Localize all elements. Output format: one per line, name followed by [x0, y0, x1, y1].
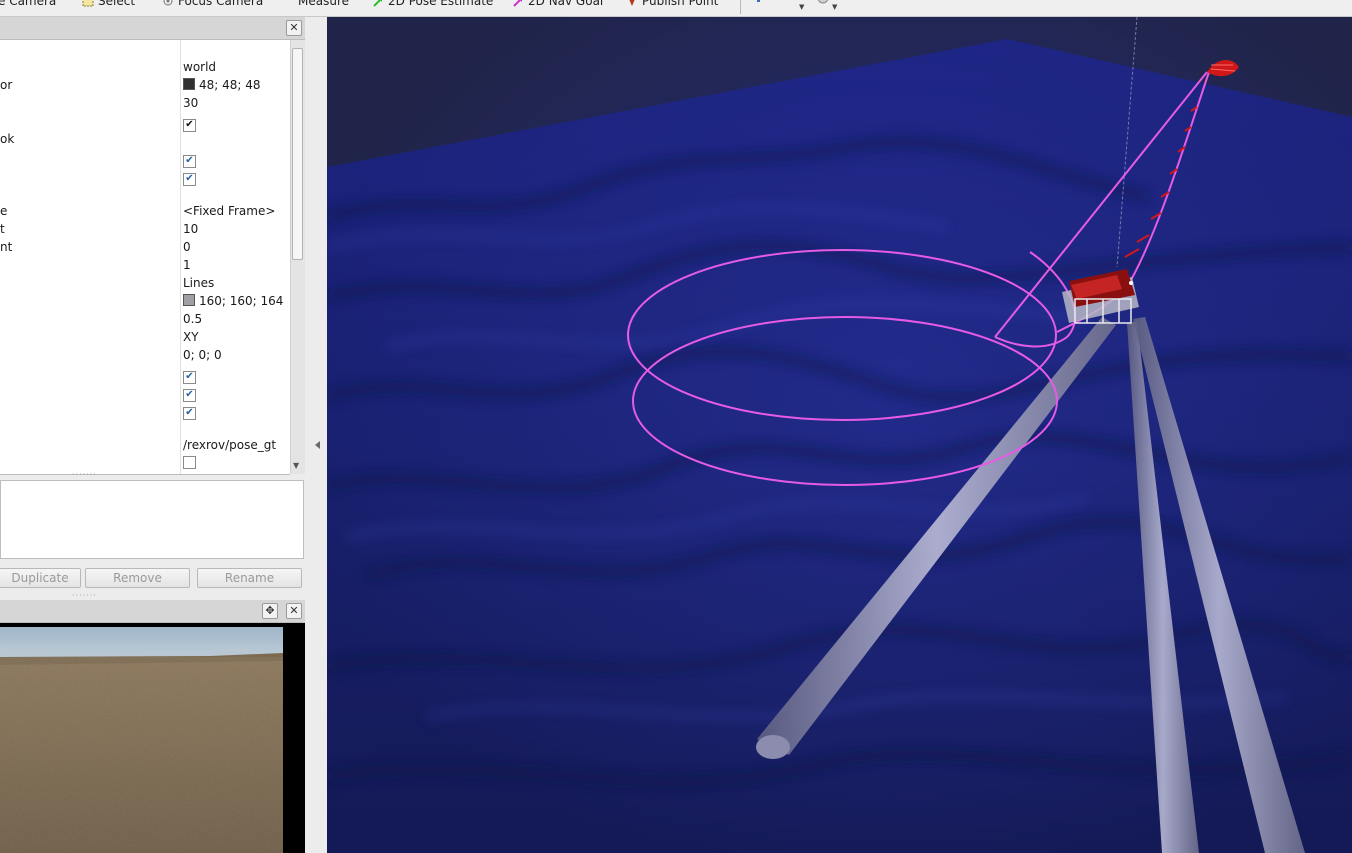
nav-goal-icon	[513, 0, 522, 7]
property-name: nt	[0, 240, 13, 254]
property-value[interactable]: 48; 48; 48	[183, 76, 261, 94]
property-value[interactable]: 0; 0; 0	[183, 346, 222, 364]
tool-label: e Camera	[0, 0, 57, 8]
collapse-arrow-icon[interactable]	[315, 441, 320, 449]
minus-tool-icon[interactable]	[816, 0, 830, 6]
property-checkbox[interactable]: ✔	[183, 173, 196, 186]
property-checkbox[interactable]	[183, 456, 196, 469]
property-value-text: 48; 48; 48	[199, 78, 261, 92]
tool-label: Focus Camera	[178, 0, 264, 8]
property-value[interactable]: /rexrov/pose_gt	[183, 436, 276, 454]
property-checkbox[interactable]: ✔	[183, 407, 196, 420]
property-value[interactable]: ✔	[183, 166, 196, 186]
tool-label: Measure	[298, 0, 349, 8]
property-value[interactable]: world	[183, 58, 216, 76]
property-value[interactable]: XY	[183, 328, 199, 346]
tool-2d-pose-estimate[interactable]: 2D Pose Estimate	[372, 0, 493, 8]
tool-options-arrow-icon[interactable]: ▼	[832, 3, 837, 11]
toolbar-separator	[740, 0, 741, 14]
property-name: t	[0, 222, 5, 236]
property-name: e	[0, 204, 8, 218]
property-description-box	[0, 480, 304, 559]
property-name: or	[0, 78, 13, 92]
displays-property-tree: world or 48; 48; 48 30 ✔ ok ✔ ✔ e <Fixed Frame> t 1…	[0, 40, 290, 475]
tool-label: Publish Point	[642, 0, 719, 8]
property-value[interactable]: ✔	[183, 364, 196, 384]
dock-splitter[interactable]	[306, 17, 327, 853]
property-value[interactable]: 1	[183, 256, 191, 274]
property-value[interactable]: ✔	[183, 382, 196, 402]
render-viewport[interactable]	[327, 17, 1352, 853]
property-value[interactable]: 0.5	[183, 310, 202, 328]
float-panel-icon[interactable]: ✥	[262, 603, 278, 619]
column-divider	[180, 40, 181, 474]
property-value[interactable]: ✔	[183, 148, 196, 168]
tool-measure[interactable]: Measure	[298, 0, 349, 8]
property-value[interactable]: 30	[183, 94, 198, 112]
property-value[interactable]	[183, 454, 196, 472]
tool-label: Select	[98, 0, 136, 8]
tool-2d-nav-goal[interactable]: 2D Nav Goal	[512, 0, 603, 8]
camera-panel-header: ✥ ✕	[0, 600, 305, 623]
close-icon[interactable]: ✕	[286, 603, 302, 619]
property-value[interactable]: 10	[183, 220, 198, 238]
property-checkbox[interactable]: ✔	[183, 119, 196, 132]
tool-dropdown-arrow-icon[interactable]: ▼	[799, 3, 804, 11]
splitter-grip-icon[interactable]: ·······	[72, 470, 97, 479]
property-value[interactable]: ✔	[183, 112, 196, 132]
scrollbar-thumb[interactable]	[292, 48, 303, 260]
color-swatch	[183, 294, 195, 306]
tool-select[interactable]: Select	[82, 0, 135, 8]
property-value[interactable]: ✔	[183, 400, 196, 420]
property-name: ok	[0, 132, 15, 146]
remove-button[interactable]: Remove	[85, 568, 190, 588]
tool-label: 2D Nav Goal	[528, 0, 604, 8]
camera-image	[0, 627, 283, 853]
pose-estimate-icon	[373, 0, 382, 7]
property-value[interactable]: <Fixed Frame>	[183, 202, 275, 220]
property-value-text: 160; 160; 164	[199, 294, 284, 308]
displays-panel-header: ✕	[0, 17, 305, 40]
scene-canvas	[327, 17, 1352, 853]
property-value[interactable]: 0	[183, 238, 191, 256]
property-value[interactable]: Lines	[183, 274, 214, 292]
plus-tool-icon[interactable]	[754, 0, 764, 6]
tool-label: 2D Pose Estimate	[388, 0, 494, 8]
tool-toolbar: e Camera Select Focus Camera Measure 2D …	[0, 0, 1352, 17]
property-scrollbar[interactable]: ▼	[290, 40, 305, 474]
publish-point-icon	[629, 0, 635, 6]
close-icon[interactable]: ✕	[286, 20, 302, 36]
tool-focus-camera[interactable]: Focus Camera	[162, 0, 263, 8]
left-dock: ✕ world or 48; 48; 48 30 ✔ ok ✔ ✔ e <Fixed Frame>…	[0, 17, 305, 853]
property-value[interactable]: 160; 160; 164	[183, 292, 283, 310]
rename-button[interactable]: Rename	[197, 568, 302, 588]
select-icon	[82, 0, 94, 7]
focus-camera-icon	[163, 0, 173, 6]
duplicate-button[interactable]: Duplicate	[0, 568, 81, 588]
tool-move-camera[interactable]: e Camera	[0, 0, 56, 8]
tool-publish-point[interactable]: Publish Point	[626, 0, 718, 8]
color-swatch	[183, 78, 195, 90]
camera-view[interactable]	[0, 623, 305, 853]
scroll-down-icon[interactable]: ▼	[293, 461, 299, 470]
splitter-grip-icon[interactable]: ·······	[72, 591, 97, 600]
